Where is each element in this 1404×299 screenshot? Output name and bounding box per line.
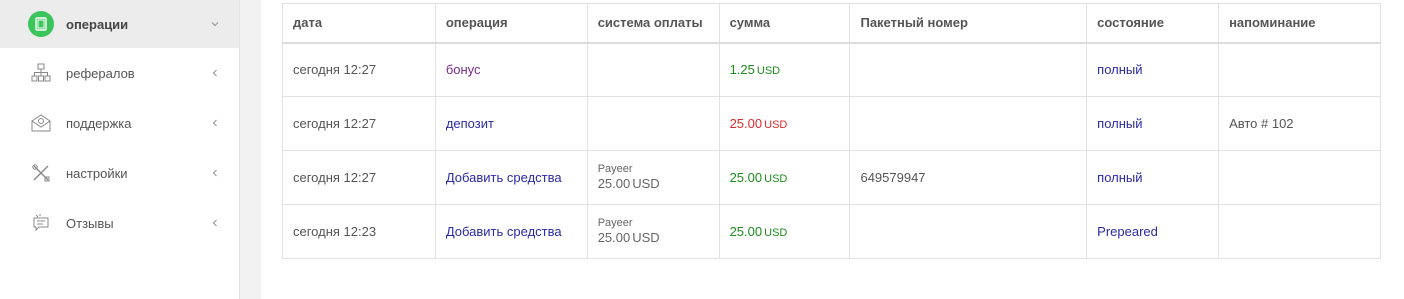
operation-label: Добавить средства bbox=[445, 170, 562, 185]
table-row: сегодня 12:27 бонус 1.25 USD полный bbox=[282, 42, 1381, 97]
cell-status: Prepeared bbox=[1086, 204, 1220, 259]
column-header-note[interactable]: напоминание bbox=[1218, 3, 1381, 44]
cell-operation: Добавить средства bbox=[434, 204, 588, 259]
cell-batch-number bbox=[849, 204, 1088, 259]
tools-icon bbox=[28, 160, 54, 186]
cell-payment-system: Payeer 25.00 USD bbox=[586, 204, 720, 259]
chevron-left-icon bbox=[209, 67, 221, 79]
chevron-left-icon bbox=[209, 167, 221, 179]
cell-amount: 25.00 USD bbox=[718, 150, 851, 205]
sidebar-item-operations[interactable]: операции bbox=[0, 0, 239, 48]
cell-operation: бонус bbox=[434, 42, 588, 97]
payment-system-currency: USD bbox=[632, 230, 660, 245]
operation-label: Добавить средства bbox=[445, 224, 562, 239]
chevron-left-icon bbox=[209, 117, 221, 129]
column-header-batch-number[interactable]: Пакетный номер bbox=[849, 3, 1088, 44]
amount-value: 25.00 bbox=[729, 170, 763, 185]
column-header-date[interactable]: дата bbox=[282, 3, 436, 44]
cell-operation: Добавить средства bbox=[434, 150, 588, 205]
amount-value: 25.00 bbox=[729, 116, 763, 131]
hierarchy-icon bbox=[28, 60, 54, 86]
operation-label: депозит bbox=[445, 116, 494, 131]
cell-amount: 25.00 USD bbox=[718, 204, 851, 259]
table-row: сегодня 12:27 депозит 25.00 USD полный Ав… bbox=[282, 96, 1381, 151]
main-content: дата операция система оплаты сумма Пакет… bbox=[261, 0, 1404, 299]
amount-currency: USD bbox=[764, 119, 788, 131]
amount-currency: USD bbox=[764, 227, 788, 239]
cell-batch-number bbox=[849, 42, 1088, 97]
table-header-row: дата операция система оплаты сумма Пакет… bbox=[282, 3, 1381, 44]
sidebar-item-support[interactable]: поддержка bbox=[0, 98, 239, 148]
column-header-operation[interactable]: операция bbox=[434, 3, 588, 44]
table-row: сегодня 12:23 Добавить средства Payeer 2… bbox=[282, 204, 1381, 259]
amount-currency: USD bbox=[756, 65, 781, 78]
sidebar-item-settings[interactable]: настройки bbox=[0, 148, 239, 198]
payment-system-currency: USD bbox=[632, 176, 660, 191]
payment-system-name: Payeer bbox=[597, 163, 633, 175]
cell-payment-system bbox=[586, 42, 720, 97]
gutter bbox=[241, 0, 261, 299]
cell-status: полный bbox=[1086, 150, 1220, 205]
cell-status: полный bbox=[1086, 96, 1220, 151]
operation-label: бонус bbox=[445, 62, 481, 78]
sidebar: операции рефералов поддержка настройки О… bbox=[0, 0, 240, 299]
table-row: сегодня 12:27 Добавить средства Payeer 2… bbox=[282, 150, 1381, 205]
operations-table: дата операция система оплаты сумма Пакет… bbox=[282, 3, 1381, 259]
speech-bubble-icon bbox=[28, 210, 54, 236]
amount-currency: USD bbox=[764, 173, 788, 185]
cell-payment-system bbox=[586, 96, 720, 151]
mail-support-icon bbox=[28, 110, 54, 136]
cell-date: сегодня 12:27 bbox=[282, 96, 436, 151]
cell-note bbox=[1218, 150, 1381, 205]
cell-payment-system: Payeer 25.00 USD bbox=[586, 150, 720, 205]
cell-date: сегодня 12:27 bbox=[282, 42, 436, 97]
chevron-left-icon bbox=[209, 217, 221, 229]
payment-system-name: Payeer bbox=[597, 217, 633, 229]
cell-note bbox=[1218, 204, 1381, 259]
cell-date: сегодня 12:27 bbox=[282, 150, 436, 205]
amount-value: 25.00 bbox=[729, 224, 763, 239]
column-header-status[interactable]: состояние bbox=[1086, 3, 1220, 44]
app-root: операции рефералов поддержка настройки О… bbox=[0, 0, 1404, 299]
document-icon bbox=[28, 11, 54, 37]
cell-amount: 25.00 USD bbox=[718, 96, 851, 151]
payment-system-amount: 25.00 bbox=[597, 176, 631, 191]
status-label: полный bbox=[1097, 62, 1143, 78]
status-label: Prepeared bbox=[1097, 224, 1158, 239]
sidebar-item-referrals[interactable]: рефералов bbox=[0, 48, 239, 98]
chevron-down-icon bbox=[209, 18, 221, 30]
amount-value: 1.25 bbox=[729, 62, 755, 78]
sidebar-item-reviews[interactable]: Отзывы bbox=[0, 198, 239, 248]
cell-note: Авто # 102 bbox=[1218, 96, 1381, 151]
cell-operation: депозит bbox=[434, 96, 588, 151]
payment-system-amount: 25.00 bbox=[597, 230, 631, 245]
cell-status: полный bbox=[1086, 42, 1220, 97]
column-header-amount[interactable]: сумма bbox=[718, 3, 851, 44]
cell-date: сегодня 12:23 bbox=[282, 204, 436, 259]
cell-batch-number: 649579947 bbox=[849, 150, 1088, 205]
status-label: полный bbox=[1097, 170, 1143, 185]
status-label: полный bbox=[1097, 116, 1143, 131]
cell-amount: 1.25 USD bbox=[718, 42, 851, 97]
cell-batch-number bbox=[849, 96, 1088, 151]
cell-note bbox=[1218, 42, 1381, 97]
column-header-payment-system[interactable]: система оплаты bbox=[586, 3, 720, 44]
